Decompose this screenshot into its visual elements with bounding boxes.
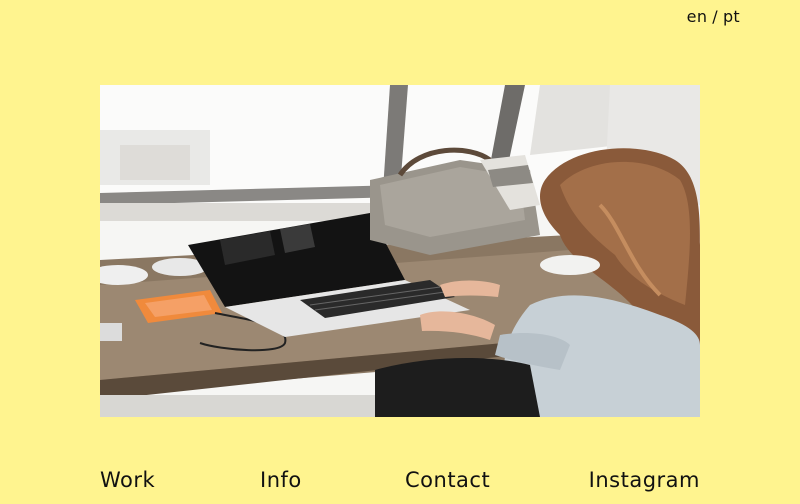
lang-en-link[interactable]: en [687,7,708,26]
main-nav: Work Info Contact Instagram [100,468,700,498]
nav-info-link[interactable]: Info [260,468,302,492]
lang-pt-link[interactable]: pt [723,7,740,26]
nav-instagram-link[interactable]: Instagram [589,468,700,492]
hero-image [100,85,700,417]
hero-photo-illustration [100,85,700,417]
nav-contact-link[interactable]: Contact [405,468,490,492]
nav-work-link[interactable]: Work [100,468,155,492]
lang-separator: / [712,7,718,26]
language-switcher: en / pt [687,7,740,26]
